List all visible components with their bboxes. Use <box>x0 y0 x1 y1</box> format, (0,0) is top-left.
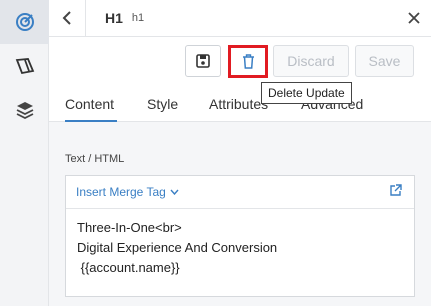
element-title: H1 <box>105 10 123 26</box>
element-tag: h1 <box>131 12 145 24</box>
editor-line: Three-In-One<br> <box>77 220 182 235</box>
content-area: Text / HTML Insert Merge Tag Three-In-On… <box>49 122 431 306</box>
rail-item-layers[interactable] <box>0 88 49 132</box>
rail-item-tag[interactable] <box>0 44 49 88</box>
tab-attributes[interactable]: Attributes <box>209 96 268 112</box>
tab-bar: Content Style Attributes Advanced <box>49 88 431 122</box>
chevron-down-icon <box>170 189 179 195</box>
editor-toolbar: Insert Merge Tag <box>66 176 414 209</box>
save-draft-button[interactable] <box>185 45 221 77</box>
floppy-disk-icon <box>196 54 210 68</box>
save-button[interactable]: Save <box>355 45 414 77</box>
trash-icon <box>242 53 254 69</box>
tab-content[interactable]: Content <box>65 96 114 112</box>
delete-update-button[interactable] <box>230 45 266 77</box>
left-rail <box>0 0 49 306</box>
editor-line: Digital Experience And Conversion <box>77 240 278 255</box>
editor-line: {{account.name}} <box>77 260 180 275</box>
editor-text[interactable]: Three-In-One<br> Digital Experience And … <box>66 209 414 287</box>
insert-merge-tag-link[interactable]: Insert Merge Tag <box>76 185 166 199</box>
toolbar: Discard Save <box>49 37 431 88</box>
target-icon <box>15 13 34 31</box>
chevron-left-icon <box>62 11 71 25</box>
tag-icon <box>15 58 34 75</box>
rail-item-target[interactable] <box>0 0 49 44</box>
close-button[interactable] <box>406 10 422 26</box>
tab-style[interactable]: Style <box>147 96 178 112</box>
field-label: Text / HTML <box>65 153 125 165</box>
discard-button[interactable]: Discard <box>273 45 349 77</box>
back-button[interactable] <box>49 0 86 37</box>
html-editor[interactable]: Insert Merge Tag Three-In-One<br> Digita… <box>65 175 415 297</box>
close-icon <box>408 12 420 24</box>
external-link-icon[interactable] <box>389 184 402 197</box>
layers-icon <box>16 102 33 120</box>
panel-header: H1 h1 <box>49 0 431 37</box>
tooltip: Delete Update <box>261 82 352 104</box>
